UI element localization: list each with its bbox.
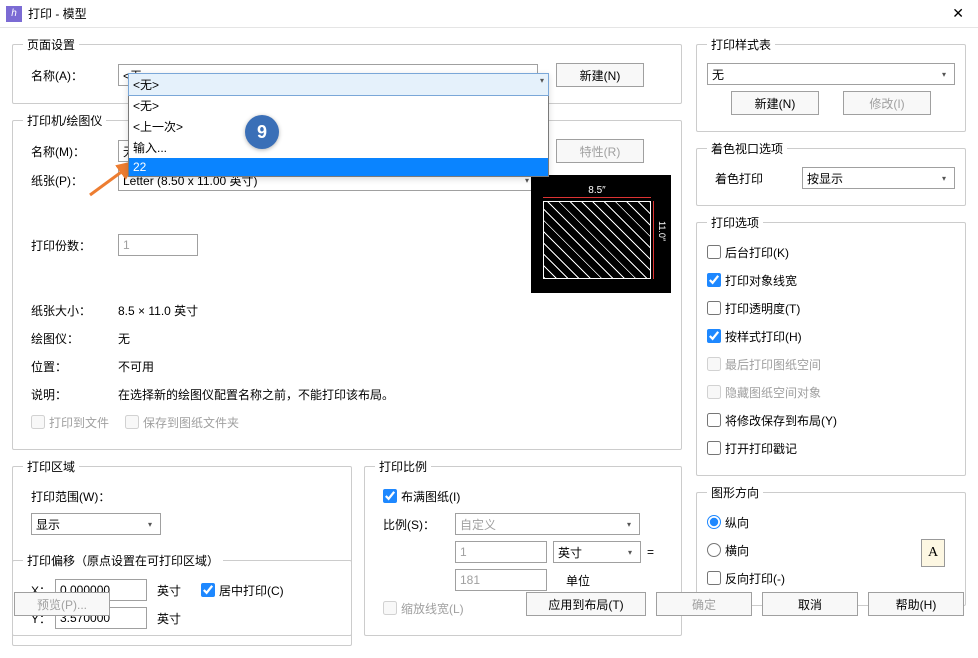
portrait-radio[interactable]: 纵向 bbox=[707, 514, 749, 531]
size-value: 8.5 × 11.0 英寸 bbox=[118, 302, 198, 319]
scale-unit-combo[interactable]: 英寸 ▾ bbox=[553, 541, 641, 563]
page-name-label: 名称(A)： bbox=[23, 67, 118, 84]
style-new-button[interactable]: 新建(N) bbox=[731, 91, 819, 115]
shaded-legend: 着色视口选项 bbox=[707, 140, 787, 157]
paper-preview: 8.5″ 11.0″ bbox=[531, 175, 671, 293]
dropdown-option[interactable]: <上一次> bbox=[129, 116, 548, 137]
last-print-check[interactable]: 最后打印图纸空间 bbox=[707, 356, 821, 373]
plotter-label: 绘图仪： bbox=[23, 330, 118, 347]
reverse-print-check[interactable]: 反向打印(-) bbox=[707, 570, 785, 587]
dim-vertical bbox=[653, 201, 654, 279]
chevron-down-icon: ▾ bbox=[936, 170, 952, 186]
page-name-dropdown[interactable]: <无> ▾ <无> <上一次> 输入... 22 bbox=[128, 73, 549, 177]
printer-legend: 打印机/绘图仪 bbox=[23, 112, 106, 129]
ratio-value: 自定义 bbox=[460, 516, 496, 533]
chevron-down-icon: ▾ bbox=[622, 544, 638, 560]
dropdown-option[interactable]: 输入... bbox=[129, 137, 548, 158]
desc-label: 说明： bbox=[23, 386, 118, 403]
ok-button: 确定 bbox=[656, 592, 752, 616]
page-setup-legend: 页面设置 bbox=[23, 36, 79, 53]
style-table-legend: 打印样式表 bbox=[707, 36, 775, 53]
apply-to-layout-button[interactable]: 应用到布局(T) bbox=[526, 592, 646, 616]
transp-check[interactable]: 打印透明度(T) bbox=[707, 300, 800, 317]
ratio-label: 比例(S)： bbox=[375, 516, 455, 533]
landscape-radio[interactable]: 横向 bbox=[707, 542, 749, 559]
print-to-file-check[interactable]: 打印到文件 bbox=[31, 414, 109, 431]
ratio-combo[interactable]: 自定义 ▾ bbox=[455, 513, 640, 535]
scale-den-input bbox=[455, 569, 547, 591]
desc-value: 在选择新的绘图仪配置名称之前，不能打印该布局。 bbox=[118, 386, 394, 403]
preview-height-label: 11.0″ bbox=[657, 221, 667, 241]
location-value: 不可用 bbox=[118, 358, 154, 375]
stamp-check[interactable]: 打开打印戳记 bbox=[707, 440, 797, 457]
dim-horizontal bbox=[543, 197, 651, 198]
properties-button: 特性(R) bbox=[556, 139, 644, 163]
shaded-combo[interactable]: 按显示 ▾ bbox=[802, 167, 955, 189]
window-title: 打印 - 模型 bbox=[28, 5, 944, 22]
copies-label: 打印份数： bbox=[23, 237, 118, 254]
range-label: 打印范围(W)： bbox=[31, 488, 110, 505]
dropdown-option-highlighted[interactable]: 22 bbox=[129, 158, 548, 176]
area-legend: 打印区域 bbox=[23, 458, 79, 475]
size-label: 纸张大小： bbox=[23, 302, 118, 319]
help-button[interactable]: 帮助(H) bbox=[868, 592, 964, 616]
printer-name-label: 名称(M)： bbox=[23, 143, 118, 160]
style-table-combo[interactable]: 无 ▾ bbox=[707, 63, 955, 85]
dropdown-option[interactable]: <无> bbox=[129, 95, 548, 116]
range-value: 显示 bbox=[36, 516, 60, 533]
page-new-button[interactable]: 新建(N) bbox=[556, 63, 644, 87]
style-table-value: 无 bbox=[712, 66, 724, 83]
scale-num-input bbox=[455, 541, 547, 563]
title-bar: h 打印 - 模型 ✕ bbox=[0, 0, 978, 28]
app-icon: h bbox=[6, 6, 22, 22]
location-label: 位置： bbox=[23, 358, 118, 375]
dropdown-selected: <无> ▾ bbox=[128, 73, 549, 96]
annotation-badge: 9 bbox=[245, 115, 279, 149]
orientation-group: 图形方向 纵向 横向 反向打印(-) A bbox=[696, 484, 966, 606]
range-combo[interactable]: 显示 ▾ bbox=[31, 513, 161, 535]
scale-unit-value: 英寸 bbox=[558, 544, 582, 561]
print-options-group: 打印选项 后台打印(K) 打印对象线宽 打印透明度(T) 按样式打印(H) 最后… bbox=[696, 214, 966, 476]
lw-check[interactable]: 打印对象线宽 bbox=[707, 272, 797, 289]
orient-legend: 图形方向 bbox=[707, 484, 763, 501]
chevron-down-icon: ▾ bbox=[621, 516, 637, 532]
preview-button: 预览(P)... bbox=[14, 592, 110, 616]
shaded-viewport-group: 着色视口选项 着色打印 按显示 ▾ bbox=[696, 140, 966, 206]
scale-den-unit: 单位 bbox=[553, 572, 603, 589]
chevron-down-icon: ▾ bbox=[936, 66, 952, 82]
cancel-button[interactable]: 取消 bbox=[762, 592, 858, 616]
bg-print-check[interactable]: 后台打印(K) bbox=[707, 244, 789, 261]
equals-label: = bbox=[641, 545, 660, 559]
fit-paper-check[interactable]: 布满图纸(I) bbox=[383, 488, 460, 505]
offset-legend: 打印偏移（原点设置在可打印区域） bbox=[23, 552, 223, 569]
save-layout-check[interactable]: 将修改保存到布局(Y) bbox=[707, 412, 837, 429]
orientation-icon: A bbox=[921, 539, 945, 567]
close-icon[interactable]: ✕ bbox=[944, 5, 972, 22]
style-print-check[interactable]: 按样式打印(H) bbox=[707, 328, 802, 345]
save-to-sheet-check[interactable]: 保存到图纸文件夹 bbox=[125, 414, 239, 431]
shaded-label: 着色打印 bbox=[707, 170, 802, 187]
plotter-value: 无 bbox=[118, 330, 130, 347]
shaded-value: 按显示 bbox=[807, 170, 843, 187]
copies-input[interactable] bbox=[118, 234, 198, 256]
chevron-down-icon: ▾ bbox=[142, 516, 158, 532]
paper-label: 纸张(P)： bbox=[23, 172, 118, 189]
scale-legend: 打印比例 bbox=[375, 458, 431, 475]
style-modify-button: 修改(I) bbox=[843, 91, 931, 115]
options-legend: 打印选项 bbox=[707, 214, 763, 231]
style-table-group: 打印样式表 无 ▾ 新建(N) 修改(I) bbox=[696, 36, 966, 132]
hide-check[interactable]: 隐藏图纸空间对象 bbox=[707, 384, 821, 401]
